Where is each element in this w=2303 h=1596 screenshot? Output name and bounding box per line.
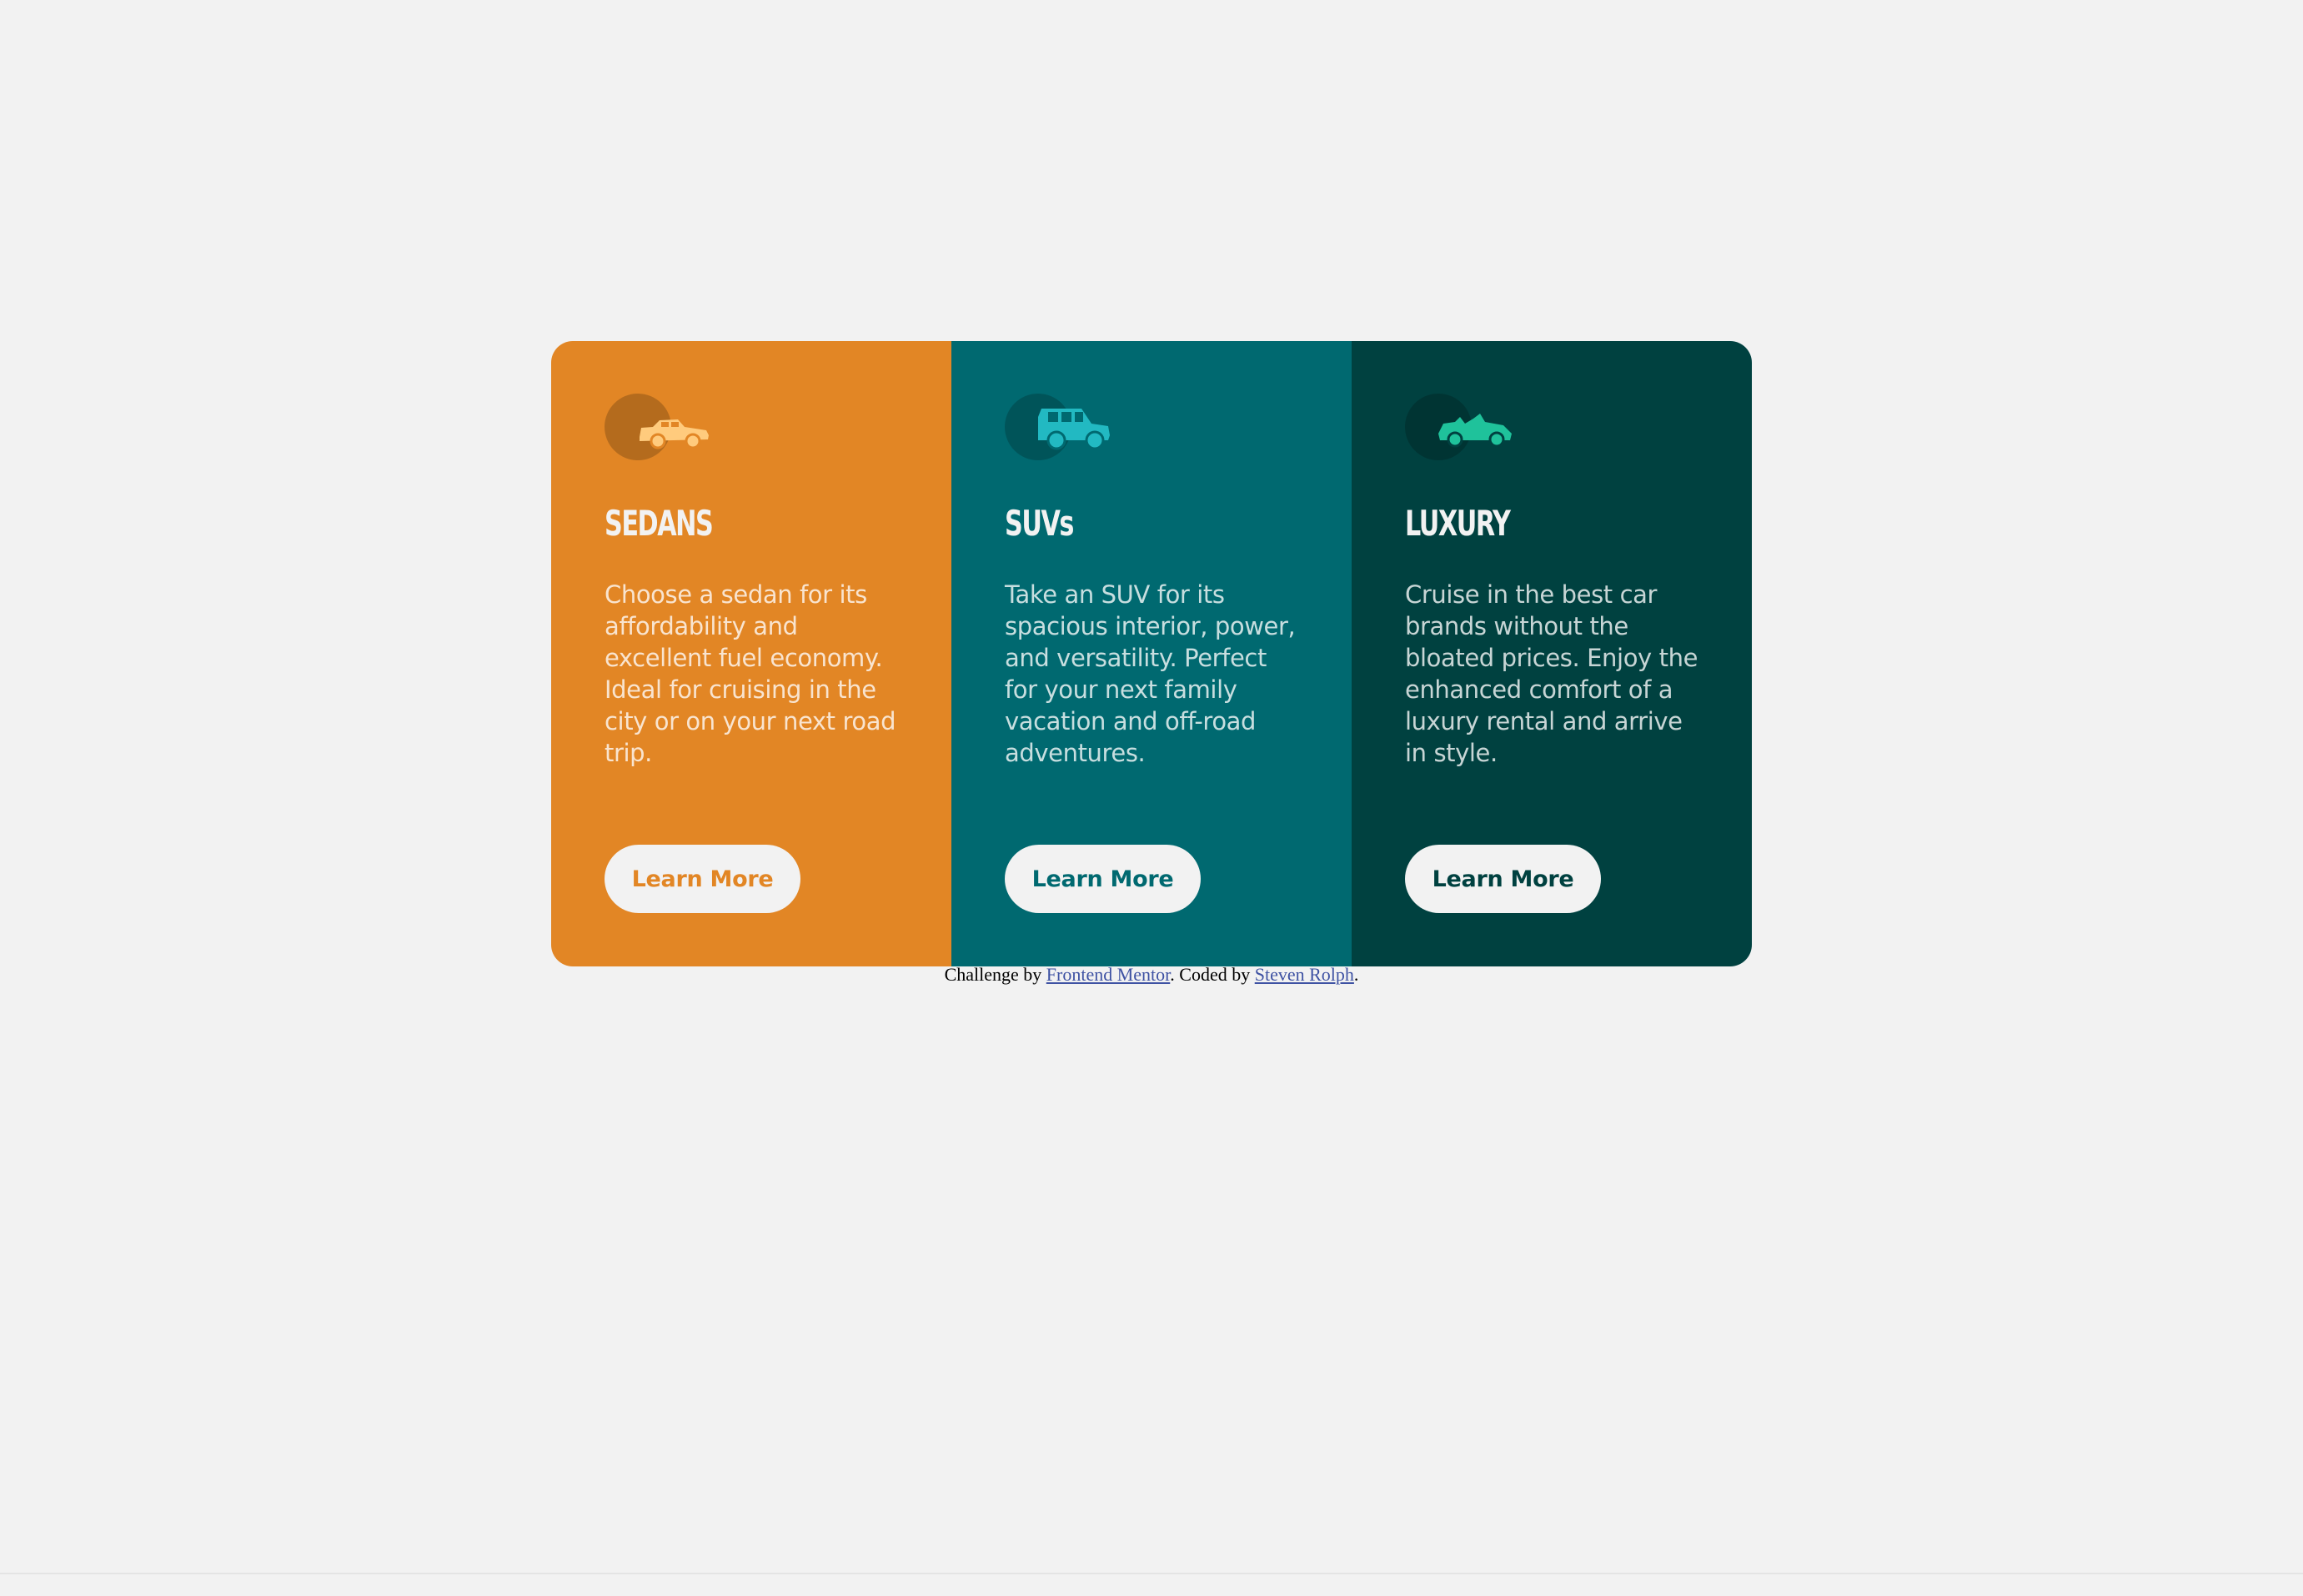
card-description: Take an SUV for its spacious interior, p… [1005,580,1296,767]
learn-more-button-sedans[interactable]: Learn More [605,845,800,913]
card-suvs: SUVs Take an SUV for its spacious interi… [951,341,1352,966]
bottom-divider [0,1573,2303,1574]
card-group: SEDANS Choose a sedan for its affordabil… [551,341,1752,966]
luxury-car-icon [1405,394,1513,460]
card-title: SUVs [1005,503,1074,544]
card-sedans: SEDANS Choose a sedan for its affordabil… [551,341,951,966]
frontend-mentor-link[interactable]: Frontend Mentor [1046,964,1171,985]
suv-car-icon [1005,394,1113,460]
attribution: Challenge by Frontend Mentor. Coded by S… [0,964,2303,986]
card-title: LUXURY [1405,503,1511,544]
attribution-middle: . Coded by [1170,964,1255,985]
sedan-car-icon [605,394,713,460]
card-description: Choose a sedan for its affordability and… [605,580,896,767]
card-title: SEDANS [605,503,714,544]
card-luxury: LUXURY Cruise in the best car brands wit… [1352,341,1752,966]
card-description: Cruise in the best car brands without th… [1405,580,1698,767]
attribution-suffix: . [1353,964,1359,985]
attribution-prefix: Challenge by [944,964,1046,985]
author-link[interactable]: Steven Rolph [1255,964,1354,985]
learn-more-button-suvs[interactable]: Learn More [1005,845,1201,913]
learn-more-button-luxury[interactable]: Learn More [1405,845,1601,913]
